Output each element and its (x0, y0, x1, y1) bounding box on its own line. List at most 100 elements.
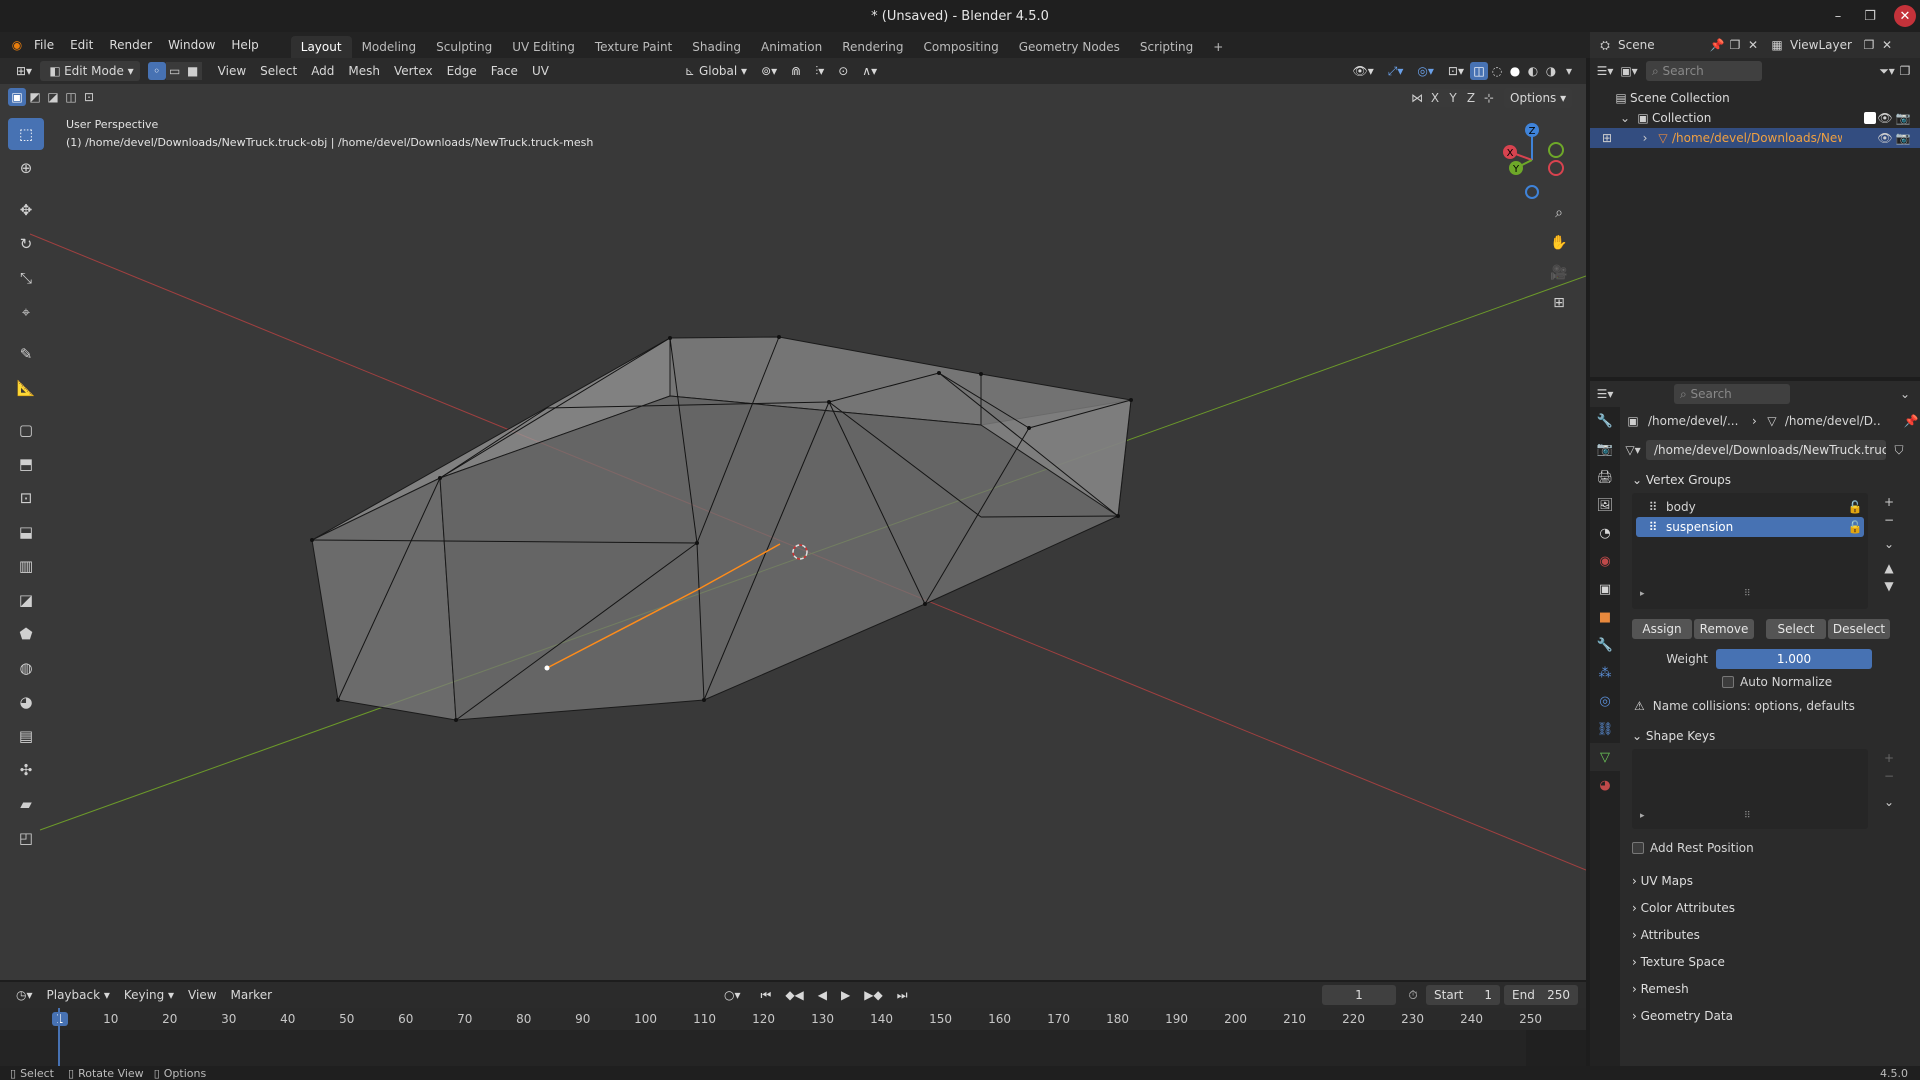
view-layer-tab-icon[interactable]: 🖼 (1590, 491, 1620, 519)
menu-uv[interactable]: UV (526, 61, 555, 81)
delete-view-layer-icon[interactable]: ✕ (1878, 36, 1896, 54)
lock-icon[interactable]: 🔓 (1846, 518, 1864, 536)
assign-button[interactable]: Assign (1632, 619, 1692, 639)
playback-menu[interactable]: Playback ▾ (41, 985, 116, 1005)
tool-tab-icon[interactable]: 🔧 (1590, 407, 1620, 435)
select-box-tool-icon[interactable]: ⬚ (8, 118, 44, 150)
transform-orientation[interactable]: ⊾ Global ▾ (675, 61, 753, 81)
vertex-group-row[interactable]: ⠿ body 🔓 (1636, 497, 1864, 517)
mirror-icon[interactable]: ⋈ (1408, 89, 1426, 107)
tab-compositing[interactable]: Compositing (913, 36, 1008, 58)
expand-object-icon[interactable]: › (1636, 129, 1654, 147)
topology-mirror-icon[interactable]: ⊹ (1480, 89, 1498, 107)
vertex-select-icon[interactable]: ◦ (147, 62, 166, 80)
remesh-header[interactable]: › Remesh (1624, 975, 1920, 1002)
menu-vertex[interactable]: Vertex (388, 61, 439, 81)
edge-slide-tool-icon[interactable]: ▤ (8, 720, 44, 752)
shear-tool-icon[interactable]: ▰ (8, 788, 44, 820)
material-tab-icon[interactable]: ◕ (1590, 771, 1620, 799)
output-tab-icon[interactable]: 🖨 (1590, 463, 1620, 491)
tab-animation[interactable]: Animation (751, 36, 832, 58)
object-tab-icon[interactable]: ■ (1590, 603, 1620, 631)
rendered-shading-icon[interactable]: ◑ (1542, 62, 1560, 80)
constraints-tab-icon[interactable]: ⛓ (1590, 715, 1620, 743)
vertex-groups-header[interactable]: ⌄ Vertex Groups (1624, 467, 1920, 493)
properties-search-input[interactable]: ⌕ Search (1674, 384, 1790, 404)
editor-type-icon[interactable]: ⊞▾ (10, 61, 38, 81)
snap-target-icon[interactable]: ⫶▾ (809, 61, 830, 81)
add-rest-position-checkbox[interactable] (1632, 842, 1644, 854)
menu-render[interactable]: Render (101, 32, 160, 58)
view-layer-name[interactable]: ViewLayer (1790, 38, 1860, 52)
bevel-tool-icon[interactable]: ⬓ (8, 516, 44, 548)
jump-keyframe-forward-icon[interactable]: ▶◆ (858, 985, 888, 1005)
menu-edge[interactable]: Edge (441, 61, 483, 81)
fake-user-shield-icon[interactable]: ⛉ (1890, 441, 1908, 459)
scene-name[interactable]: Scene (1618, 38, 1708, 52)
snap-icon[interactable]: ⋒ (785, 61, 807, 81)
pivot-icon[interactable]: ⊚▾ (755, 61, 783, 81)
cursor-tool-icon[interactable]: ⊕ (8, 152, 44, 184)
transform-tool-icon[interactable]: ⌖ (8, 296, 44, 328)
add-vertex-group-icon[interactable]: + (1880, 493, 1898, 511)
jump-start-icon[interactable]: ⏮ (755, 985, 778, 1005)
timeline-view-menu[interactable]: View (182, 985, 222, 1005)
properties-editor-icon[interactable]: ☰▾ (1596, 385, 1614, 403)
edit-mode-toggle-icon[interactable]: ⊞ (1598, 129, 1616, 147)
falloff-icon[interactable]: ∧▾ (856, 61, 883, 81)
tree-row-object[interactable]: ⊞ › ▽ /home/devel/Downloads/NewTru 👁 📷 (1590, 128, 1920, 148)
vertex-group-row-selected[interactable]: ⠿ suspension 🔓 (1636, 517, 1864, 537)
rip-tool-icon[interactable]: ◰ (8, 822, 44, 854)
add-workspace-icon[interactable]: + (1203, 36, 1233, 58)
marker-menu[interactable]: Marker (225, 985, 278, 1005)
pin-icon[interactable]: 📌 (1902, 412, 1920, 430)
3d-viewport[interactable]: User Perspective (1) /home/devel/Downloa… (0, 84, 1586, 980)
poly-build-tool-icon[interactable]: ⬟ (8, 618, 44, 650)
menu-file[interactable]: File (26, 32, 62, 58)
knife-tool-icon[interactable]: ◪ (8, 584, 44, 616)
view-layer-icon[interactable]: ▦ (1768, 36, 1786, 54)
weight-slider[interactable]: 1.000 (1716, 649, 1872, 669)
proportional-edit-icon[interactable]: ⊙ (832, 61, 854, 81)
start-frame-field[interactable]: Start 1 (1426, 985, 1500, 1005)
pin-icon[interactable]: 📌 (1708, 36, 1726, 54)
scale-tool-icon[interactable]: ⤡ (8, 262, 44, 294)
mode-selector[interactable]: ◧ Edit Mode ▾ (40, 61, 140, 81)
filter-view-icon[interactable]: ▣▾ (1620, 62, 1638, 80)
jump-keyframe-back-icon[interactable]: ◆◀ (779, 985, 809, 1005)
collection-render-icon[interactable]: 📷 (1894, 109, 1912, 127)
blender-logo-icon[interactable]: ◉ (8, 36, 26, 54)
mesh-name-field[interactable]: /home/devel/Downloads/NewTruck.truc... (1646, 440, 1886, 460)
remove-vertex-group-icon[interactable]: − (1880, 511, 1898, 529)
menu-edit[interactable]: Edit (62, 32, 101, 58)
tree-row-scene-collection[interactable]: ▤ Scene Collection (1590, 88, 1920, 108)
spin-tool-icon[interactable]: ◍ (8, 652, 44, 684)
viewport-canvas[interactable] (0, 84, 1586, 980)
menu-face[interactable]: Face (485, 61, 524, 81)
delete-scene-icon[interactable]: ✕ (1744, 36, 1762, 54)
annotate-tool-icon[interactable]: ✎ (8, 338, 44, 370)
keying-menu[interactable]: Keying ▾ (118, 985, 180, 1005)
wireframe-shading-icon[interactable]: ◌ (1488, 62, 1506, 80)
mesh-browse-icon[interactable]: ▽▾ (1624, 441, 1642, 459)
select-invert-icon[interactable]: ◫ (62, 88, 80, 106)
minimize-button[interactable]: – (1824, 0, 1852, 32)
list-filter-toggle-icon[interactable]: ▸ (1640, 811, 1645, 821)
inset-tool-icon[interactable]: ⊡ (8, 482, 44, 514)
collection-visibility-icon[interactable]: 👁 (1876, 109, 1894, 127)
options-dropdown[interactable]: Options ▾ (1504, 88, 1573, 108)
maximize-button[interactable]: ❐ (1856, 0, 1884, 32)
list-resize-handle-icon[interactable]: ⠿ (1744, 811, 1751, 821)
render-tab-icon[interactable]: 📷 (1590, 435, 1620, 463)
shape-keys-header[interactable]: ⌄ Shape Keys (1624, 723, 1920, 749)
timeline-editor-icon[interactable]: ◷▾ (10, 985, 39, 1005)
lock-icon[interactable]: 🔓 (1846, 498, 1864, 516)
auto-normalize-checkbox[interactable] (1722, 676, 1734, 688)
move-tool-icon[interactable]: ✥ (8, 194, 44, 226)
smooth-tool-icon[interactable]: ◕ (8, 686, 44, 718)
tab-sculpting[interactable]: Sculpting (426, 36, 502, 58)
world-tab-icon[interactable]: ◉ (1590, 547, 1620, 575)
current-frame-field[interactable]: 1 (1322, 985, 1396, 1005)
tab-texture-paint[interactable]: Texture Paint (585, 36, 682, 58)
collection-exclude-checkbox[interactable] (1864, 112, 1876, 124)
